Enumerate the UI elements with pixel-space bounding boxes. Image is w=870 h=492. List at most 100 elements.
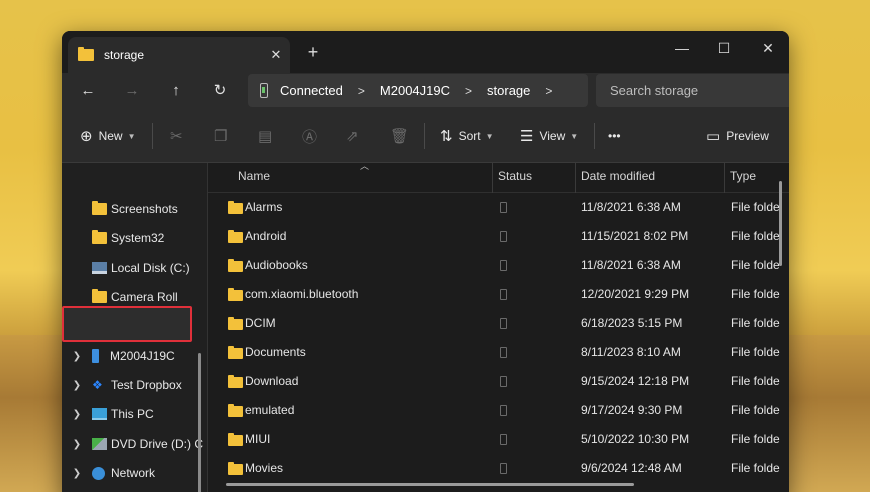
sidebar-item-local-disk[interactable]: Local Disk (C:) <box>62 254 206 282</box>
status-icon <box>500 231 507 242</box>
sidebar-item-label: System32 <box>111 231 165 245</box>
rename-icon: Ⓐ <box>302 128 318 146</box>
file-type: File folde <box>731 258 780 272</box>
file-name: emulated <box>245 403 295 417</box>
table-row[interactable]: Alarms 11/8/2021 6:38 AM File folde <box>208 193 789 222</box>
breadcrumb-connected[interactable]: Connected <box>280 83 343 98</box>
minimize-button[interactable]: — <box>660 35 704 61</box>
chevron-down-icon: ▼ <box>485 131 494 141</box>
up-button[interactable]: ↑ <box>162 77 190 105</box>
sort-button[interactable]: ⇅ Sort ▼ <box>440 123 494 149</box>
forward-button[interactable]: → <box>118 77 146 105</box>
chevron-right-icon[interactable]: ❯ <box>62 351 92 362</box>
copy-button[interactable]: ❐ <box>214 123 233 149</box>
sidebar-item-label: Camera Roll <box>111 290 178 304</box>
table-row[interactable]: Download 9/15/2024 12:18 PM File folde <box>208 367 789 396</box>
file-type: File folde <box>731 374 780 388</box>
paste-button[interactable]: ▤ <box>258 123 278 149</box>
new-tab-button[interactable]: + <box>302 42 324 63</box>
address-bar[interactable]: Connected > M2004J19C > storage > <box>248 74 588 107</box>
column-header-name[interactable]: Name <box>232 163 270 193</box>
view-button[interactable]: ☰ View ▼ <box>520 123 578 149</box>
sidebar-item-dvd-drive[interactable]: ❯ DVD Drive (D:) C <box>62 430 206 458</box>
share-icon: ⇗ <box>346 128 359 145</box>
back-button[interactable]: ← <box>74 77 102 105</box>
file-name: MIUI <box>245 432 271 446</box>
vertical-scrollbar[interactable] <box>779 181 782 266</box>
table-row[interactable]: DCIM 6/18/2023 5:15 PM File folde <box>208 309 789 338</box>
sidebar-item-m2004j19c[interactable]: ❯ M2004J19C <box>62 342 206 370</box>
navigation-pane: Screenshots System32 Local Disk (C:) Cam… <box>62 163 208 492</box>
maximize-button[interactable]: ☐ <box>702 35 746 61</box>
table-row[interactable]: Android 11/15/2021 8:02 PM File folde <box>208 222 789 251</box>
status-icon <box>500 260 507 271</box>
folder-icon <box>228 230 243 243</box>
chevron-right-icon[interactable]: ❯ <box>62 380 92 391</box>
close-window-button[interactable]: ✕ <box>746 35 789 61</box>
sidebar-scrollbar[interactable] <box>198 353 201 492</box>
file-date: 9/17/2024 9:30 PM <box>581 403 683 417</box>
status-icon <box>500 347 507 358</box>
sort-icon: ⇅ <box>440 128 453 145</box>
sidebar-item-test-dropbox[interactable]: ❯ ❖ Test Dropbox <box>62 371 206 399</box>
new-button[interactable]: ⊕ New ▼ <box>80 123 136 149</box>
rename-button[interactable]: Ⓐ <box>302 123 323 149</box>
table-row[interactable]: Audiobooks 11/8/2021 6:38 AM File folde <box>208 251 789 280</box>
breadcrumb-device[interactable]: M2004J19C <box>380 83 450 98</box>
more-options-button[interactable]: ••• <box>608 123 621 149</box>
sidebar-item-this-pc[interactable]: ❯ This PC <box>62 400 206 428</box>
cut-button[interactable]: ✂ <box>170 123 189 149</box>
tab-storage[interactable]: storage ✕ <box>68 37 290 73</box>
file-name: Documents <box>245 345 306 359</box>
search-input[interactable]: Search storage <box>596 74 789 107</box>
status-icon <box>500 289 507 300</box>
file-type: File folde <box>731 229 780 243</box>
folder-icon <box>78 47 94 61</box>
sidebar-item-screenshots[interactable]: Screenshots <box>62 195 206 223</box>
preview-pane-icon: ▭ <box>706 128 721 145</box>
status-icon <box>500 202 507 213</box>
refresh-button[interactable]: ↻ <box>206 77 234 105</box>
file-date: 12/20/2021 9:29 PM <box>581 287 690 301</box>
table-row[interactable]: emulated 9/17/2024 9:30 PM File folde <box>208 396 789 425</box>
folder-icon <box>228 404 243 417</box>
column-header-date[interactable]: Date modified <box>575 163 655 193</box>
folder-icon <box>228 462 243 475</box>
chevron-right-icon[interactable]: ❯ <box>62 409 92 420</box>
tab-title: storage <box>104 48 145 62</box>
status-icon <box>500 463 507 474</box>
file-type: File folde <box>731 345 780 359</box>
breadcrumb-storage[interactable]: storage <box>487 83 530 98</box>
close-icon[interactable]: ✕ <box>262 47 290 63</box>
column-header-type[interactable]: Type <box>724 163 756 193</box>
chevron-right-icon[interactable]: ❯ <box>62 468 92 479</box>
chevron-right-icon[interactable]: ❯ <box>62 439 92 450</box>
table-row[interactable]: Movies 9/6/2024 12:48 AM File folde <box>208 454 789 483</box>
sort-ascending-icon: ︿ <box>360 161 370 171</box>
horizontal-scrollbar[interactable] <box>226 483 634 486</box>
chevron-right-icon[interactable]: > <box>465 84 472 98</box>
sidebar-item-label: Network <box>111 466 156 480</box>
sidebar-item-camera-roll[interactable]: Camera Roll <box>62 283 206 311</box>
preview-button[interactable]: ▭ Preview <box>706 123 769 149</box>
sort-label: Sort <box>458 129 481 143</box>
table-row[interactable]: Documents 8/11/2023 8:10 AM File folde <box>208 338 789 367</box>
share-button[interactable]: ⇗ <box>346 123 365 149</box>
file-date: 9/6/2024 12:48 AM <box>581 461 682 475</box>
status-icon <box>500 434 507 445</box>
table-row[interactable]: com.xiaomi.bluetooth 12/20/2021 9:29 PM … <box>208 280 789 309</box>
sidebar-item-label: Test Dropbox <box>111 378 182 392</box>
chevron-right-icon[interactable]: > <box>545 84 552 98</box>
sidebar-item-system32[interactable]: System32 <box>62 224 206 252</box>
delete-button[interactable]: 🗑 <box>390 123 415 149</box>
file-type: File folde <box>731 316 780 330</box>
toolbar-divider <box>152 123 153 149</box>
toolbar-divider <box>594 123 595 149</box>
file-date: 11/8/2021 6:38 AM <box>581 258 681 272</box>
table-row[interactable]: MIUI 5/10/2022 10:30 PM File folde <box>208 425 789 454</box>
chevron-down-icon: ▼ <box>570 131 579 141</box>
sidebar-item-network[interactable]: ❯ Network <box>62 459 206 487</box>
column-header-status[interactable]: Status <box>492 163 532 193</box>
chevron-right-icon[interactable]: > <box>358 84 365 98</box>
new-label: New <box>98 129 123 143</box>
